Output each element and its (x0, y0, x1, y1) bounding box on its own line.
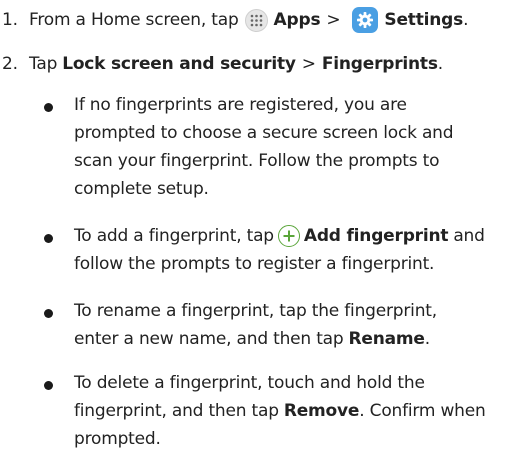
step-end: . (437, 54, 443, 74)
step-number: 2. (2, 54, 18, 74)
step-number: 1. (2, 10, 18, 30)
bullet-text: . (424, 329, 430, 349)
step-text: From a Home screen, tap (29, 10, 239, 30)
bullet-line: prompted. (74, 429, 161, 449)
bullet-text: and (453, 226, 485, 246)
breadcrumb-separator: > (326, 10, 341, 30)
plus-circle-icon (277, 225, 300, 247)
bullet-line: scan your fingerprint. Follow the prompt… (74, 151, 440, 171)
bullet-line: complete setup. (74, 179, 209, 199)
instructions-document: 1. From a Home screen, tap Apps > Settin… (0, 0, 526, 453)
bullet-line: To add a fingerprint, tap Add fingerprin… (74, 223, 485, 249)
gear-icon (352, 7, 379, 33)
bullet-line: To rename a fingerprint, tap the fingerp… (74, 301, 437, 321)
bullet-dot (44, 234, 53, 243)
bullet-text: fingerprint, and then tap (74, 401, 279, 421)
step-text: Tap (29, 54, 58, 74)
rename-label: Rename (348, 329, 425, 349)
bullet-dot (44, 103, 53, 112)
apps-label: Apps (273, 10, 321, 30)
bullet-line: fingerprint, and then tap Remove . Confi… (74, 398, 486, 424)
step-1-body: From a Home screen, tap Apps > Settings … (29, 5, 469, 35)
bullet-line: If no fingerprints are registered, you a… (74, 95, 407, 115)
bullet-dot (44, 309, 53, 318)
apps-grid-icon (244, 8, 268, 32)
remove-label: Remove (283, 401, 360, 421)
step-end: . (463, 10, 469, 30)
bullet-text: enter a new name, and then tap (74, 329, 344, 349)
step-2: 2. Tap Lock screen and security > Finger… (0, 49, 526, 79)
breadcrumb-separator: > (301, 54, 316, 74)
lock-screen-label: Lock screen and security (62, 54, 296, 74)
bullet-dot (44, 381, 53, 390)
bullet-line: prompted to choose a secure screen lock … (74, 123, 454, 143)
bullet-line: To delete a fingerprint, touch and hold … (74, 373, 425, 393)
step-1: 1. From a Home screen, tap Apps > Settin… (0, 5, 526, 35)
add-fingerprint-label: Add fingerprint (303, 226, 449, 246)
bullet-line: enter a new name, and then tap Rename . (74, 326, 430, 352)
settings-label: Settings (384, 10, 464, 30)
fingerprints-label: Fingerprints (321, 54, 438, 74)
bullet-text: . Confirm when (359, 401, 486, 421)
bullet-text: To add a fingerprint, tap (74, 226, 274, 246)
bullet-line: follow the prompts to register a fingerp… (74, 254, 435, 274)
step-2-body: Tap Lock screen and security > Fingerpri… (29, 49, 443, 79)
